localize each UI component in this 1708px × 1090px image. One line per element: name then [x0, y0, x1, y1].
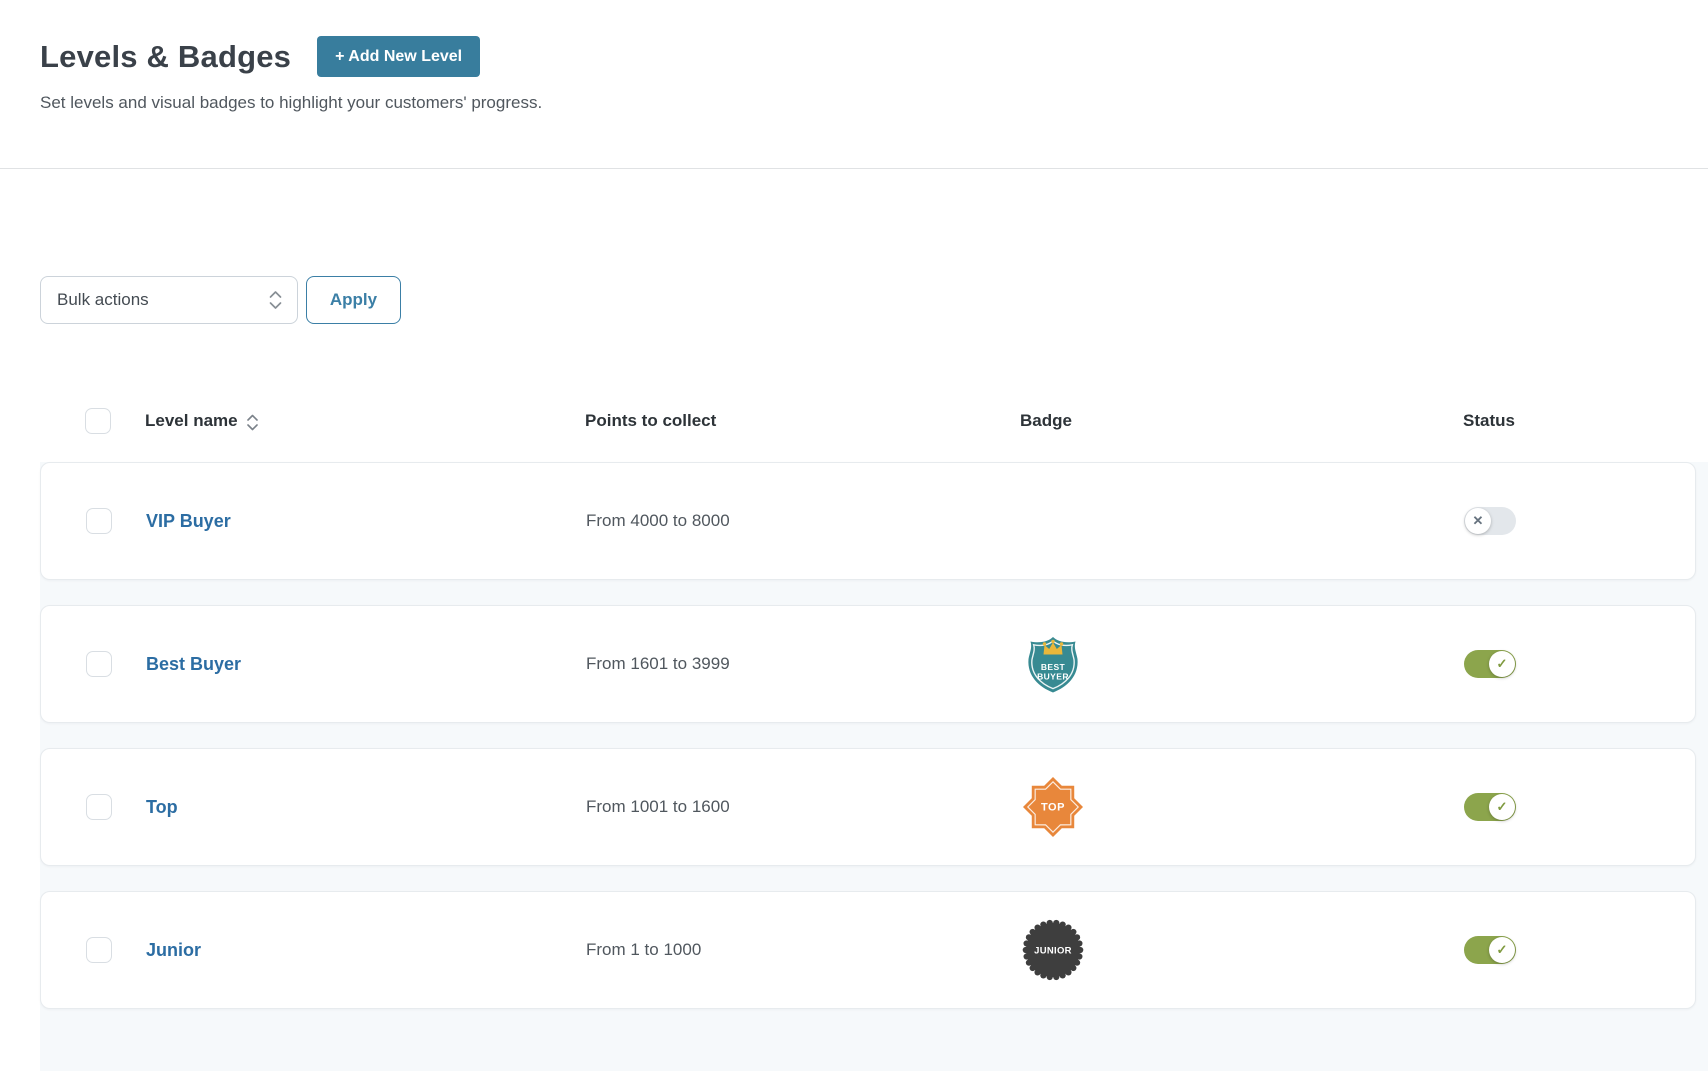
status-toggle[interactable]: ✓	[1464, 936, 1516, 964]
chevron-up-down-icon	[268, 289, 283, 311]
row-checkbox[interactable]	[86, 651, 112, 677]
points-range: From 1601 to 3999	[586, 654, 730, 673]
row-checkbox[interactable]	[86, 508, 112, 534]
bulk-actions-toolbar: Bulk actions Apply	[40, 276, 1708, 324]
apply-button[interactable]: Apply	[306, 276, 401, 324]
add-new-level-button[interactable]: + Add New Level	[317, 36, 480, 77]
toggle-knob-icon: ✓	[1489, 794, 1515, 820]
table-row: Top From 1001 to 1600 TOP ✓	[40, 748, 1696, 866]
page-title: Levels & Badges	[40, 39, 291, 75]
column-header-badge: Badge	[1020, 411, 1072, 431]
toggle-knob-icon: ✓	[1489, 651, 1515, 677]
svg-text:BUYER: BUYER	[1037, 672, 1069, 682]
column-header-points: Points to collect	[585, 411, 716, 431]
top-star-badge-icon: TOP	[1021, 775, 1085, 839]
bulk-actions-select[interactable]: Bulk actions	[40, 276, 298, 324]
select-all-checkbox[interactable]	[85, 408, 111, 434]
bulk-actions-selected-value: Bulk actions	[57, 290, 149, 310]
status-toggle[interactable]: ✓	[1464, 650, 1516, 678]
table-row: VIP Buyer From 4000 to 8000 ✕	[40, 462, 1696, 580]
table-row: Junior From 1 to 1000 JUNIOR ✓	[40, 891, 1696, 1009]
page-subtitle: Set levels and visual badges to highligh…	[40, 93, 1668, 113]
level-name-link[interactable]: Junior	[146, 940, 201, 960]
page-header: Levels & Badges + Add New Level Set leve…	[0, 0, 1708, 169]
points-range: From 1 to 1000	[586, 940, 701, 959]
status-toggle[interactable]: ✓	[1464, 793, 1516, 821]
svg-text:BEST: BEST	[1041, 662, 1066, 672]
column-header-level-name: Level name	[145, 411, 238, 431]
toggle-knob-icon: ✓	[1489, 937, 1515, 963]
level-name-link[interactable]: Best Buyer	[146, 654, 241, 674]
sort-icon[interactable]	[246, 413, 259, 432]
row-checkbox[interactable]	[86, 937, 112, 963]
best-buyer-shield-badge-icon: BESTBUYER	[1021, 632, 1085, 696]
junior-circle-badge-icon: JUNIOR	[1021, 918, 1085, 982]
levels-list: VIP Buyer From 4000 to 8000 ✕ Best Buyer…	[40, 462, 1708, 1071]
points-range: From 4000 to 8000	[586, 511, 730, 530]
level-name-link[interactable]: Top	[146, 797, 178, 817]
svg-text:TOP: TOP	[1041, 802, 1065, 814]
level-name-link[interactable]: VIP Buyer	[146, 511, 231, 531]
status-toggle[interactable]: ✕	[1464, 507, 1516, 535]
column-header-status: Status	[1463, 411, 1515, 431]
toggle-knob-icon: ✕	[1465, 508, 1491, 534]
svg-text:JUNIOR: JUNIOR	[1034, 946, 1072, 957]
table-header-row: Level name Points to collect Badge Statu…	[40, 402, 1700, 440]
table-row: Best Buyer From 1601 to 3999 BESTBUYER ✓	[40, 605, 1696, 723]
row-checkbox[interactable]	[86, 794, 112, 820]
points-range: From 1001 to 1600	[586, 797, 730, 816]
